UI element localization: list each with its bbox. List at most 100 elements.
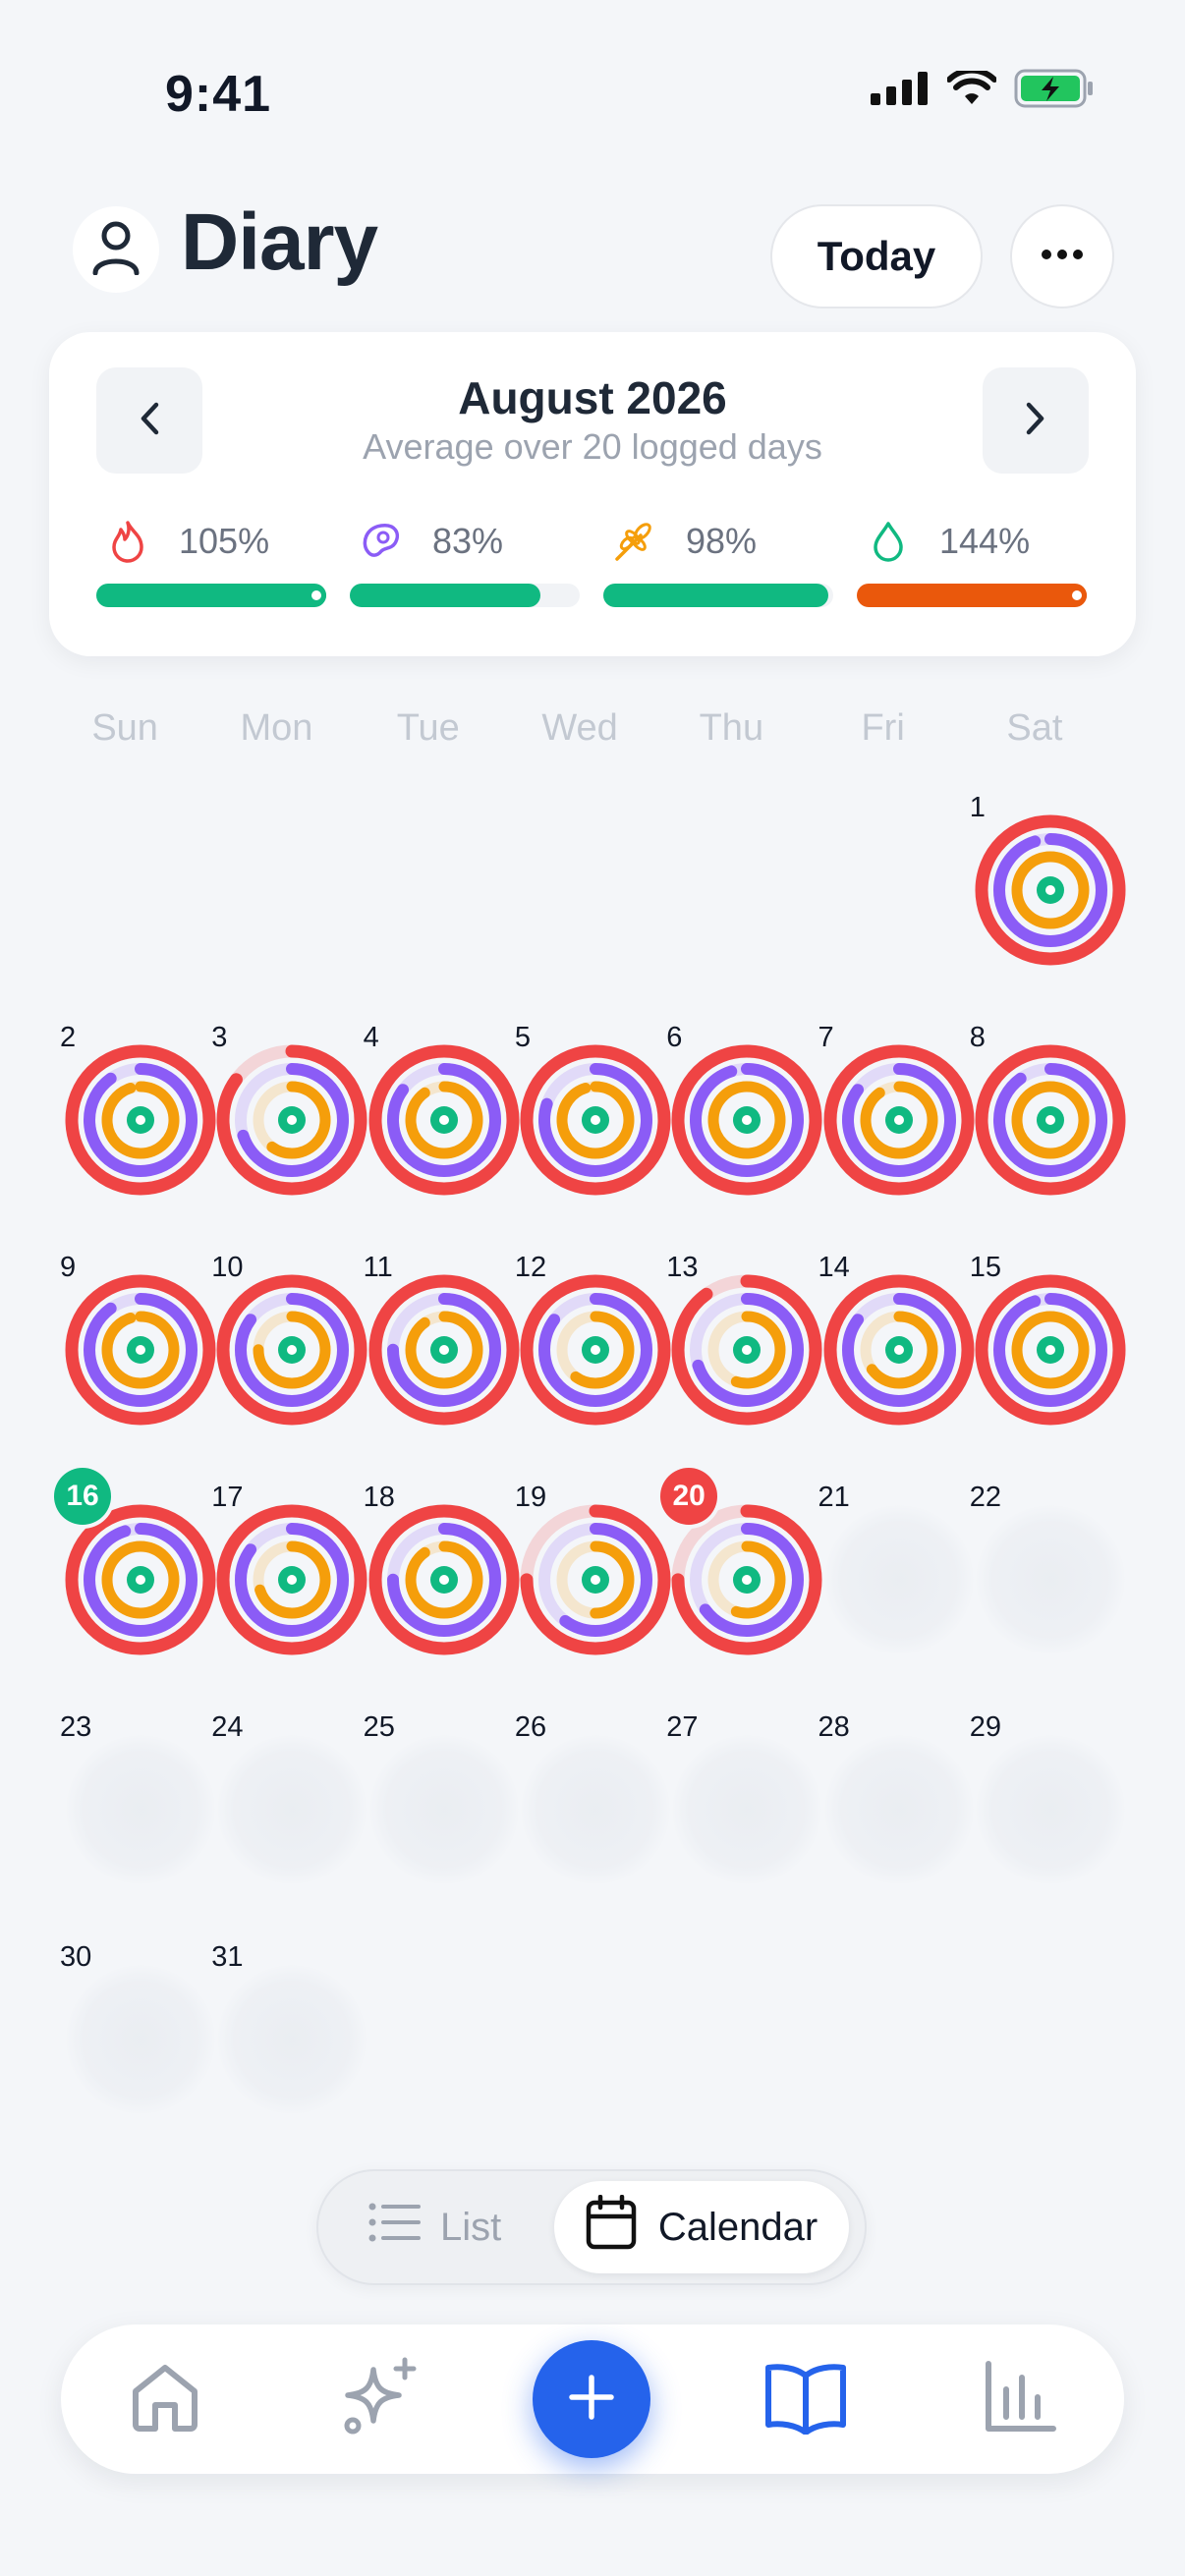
bar-chart-icon: [983, 2360, 1057, 2439]
ring-center-dot: [438, 1345, 449, 1355]
calendar-day[interactable]: 5: [515, 1022, 671, 1204]
tab-ai[interactable]: [332, 2350, 430, 2448]
day-number: 26: [514, 1711, 547, 1743]
month-title: August 2026: [458, 372, 727, 423]
profile-button[interactable]: [73, 206, 159, 293]
nutrition-rings: [671, 1044, 822, 1196]
calendar-day[interactable]: 8: [970, 1022, 1126, 1204]
nutrition-rings: [823, 1044, 975, 1196]
status-bar: 9:41: [0, 0, 1185, 187]
calendar-day[interactable]: 11: [364, 1252, 520, 1434]
calendar-day[interactable]: 21: [818, 1482, 974, 1664]
calendar-day[interactable]: 27: [666, 1711, 822, 1894]
calendar-day[interactable]: 22: [970, 1482, 1125, 1664]
day-number: 21: [818, 1482, 850, 1513]
book-icon: [764, 2360, 847, 2439]
calendar-day[interactable]: 30: [60, 1941, 216, 2124]
calendar-day[interactable]: 24: [211, 1711, 367, 1894]
calendar-day[interactable]: 23: [60, 1711, 216, 1894]
calendar-day[interactable]: 4: [364, 1022, 520, 1204]
calendar-day[interactable]: 25: [364, 1711, 519, 1894]
metric-percent: 83%: [432, 521, 504, 561]
status-time: 9:41: [165, 66, 272, 123]
weekday-label: Wed: [541, 707, 618, 749]
day-number: 27: [666, 1711, 699, 1743]
add-entry-button[interactable]: [533, 2340, 650, 2458]
more-button[interactable]: [1010, 204, 1114, 308]
nutrition-rings: [368, 1044, 520, 1196]
day-number: 15: [969, 1252, 1002, 1283]
weekday-label: Sun: [91, 707, 158, 749]
ring-center-dot: [591, 1345, 601, 1355]
weekday-label: Thu: [699, 707, 764, 749]
calendar-day[interactable]: 26: [515, 1711, 671, 1894]
calendar-day[interactable]: 15: [970, 1252, 1126, 1434]
ring-center-dot: [591, 1115, 601, 1125]
day-number: 4: [363, 1022, 379, 1053]
calendar-day[interactable]: 16: [54, 1468, 216, 1664]
steak-icon: [360, 520, 403, 563]
day-number: 8: [969, 1022, 986, 1053]
day-number: 31: [211, 1941, 244, 1973]
calendar-day[interactable]: 10: [211, 1252, 367, 1434]
ring-center-dot: [438, 1115, 449, 1125]
calendar-day[interactable]: 1: [970, 792, 1126, 975]
wifi-icon: [946, 67, 997, 111]
calendar-day[interactable]: 6: [666, 1022, 822, 1204]
day-number: 14: [818, 1252, 850, 1283]
nutrition-rings: [216, 1504, 367, 1655]
day-number: 28: [818, 1711, 850, 1743]
more-dots-icon: [1041, 248, 1084, 265]
ring-center-dot: [742, 1115, 753, 1125]
nutrition-rings: [216, 1044, 367, 1196]
empty-day-placeholder: [975, 1735, 1125, 1884]
calendar-day[interactable]: 18: [364, 1482, 520, 1664]
calendar-day[interactable]: 19: [515, 1482, 671, 1664]
day-number: 22: [969, 1482, 1002, 1513]
nutrition-rings: [65, 1044, 216, 1196]
nutrition-rings: [975, 1274, 1126, 1426]
empty-day-placeholder: [66, 1965, 216, 2114]
nutrition-rings: [65, 1274, 216, 1426]
calendar-day[interactable]: 9: [60, 1252, 216, 1434]
calendar-day[interactable]: 14: [818, 1252, 975, 1434]
weekday-header: Sun Mon Tue Wed Thu Fri Sat: [49, 707, 1136, 756]
tab-home[interactable]: [116, 2350, 214, 2448]
calendar-day[interactable]: 28: [818, 1711, 974, 1894]
nutrition-rings: [65, 1504, 216, 1655]
day-number: 5: [514, 1022, 532, 1053]
month-subtitle: Average over 20 logged days: [363, 426, 822, 467]
ring-center-dot: [1044, 1345, 1055, 1355]
overflow-marker: [307, 586, 326, 605]
calendar-day[interactable]: 7: [818, 1022, 975, 1204]
tab-diary[interactable]: [757, 2350, 855, 2448]
calendar-day[interactable]: 2: [60, 1022, 216, 1204]
nutrition-rings: [368, 1274, 520, 1426]
calendar-day[interactable]: 31: [211, 1941, 367, 2124]
day-number: 13: [666, 1252, 699, 1283]
day-number: 25: [363, 1711, 395, 1743]
metric-percent: 105%: [179, 521, 270, 561]
tab-stats[interactable]: [971, 2350, 1069, 2448]
calendar-day[interactable]: 12: [515, 1252, 671, 1434]
calendar-day[interactable]: 29: [970, 1711, 1125, 1894]
calendar-day[interactable]: 13: [666, 1252, 822, 1434]
next-month-button[interactable]: [983, 367, 1089, 474]
ring-center-dot: [136, 1115, 146, 1125]
day-number: 23: [60, 1711, 92, 1743]
calendar-day[interactable]: 20: [660, 1468, 822, 1664]
nutrition-rings: [975, 1044, 1126, 1196]
ring-center-dot: [438, 1575, 449, 1585]
progress-fill: [603, 584, 829, 607]
empty-day-placeholder: [672, 1735, 822, 1884]
ring-center-dot: [591, 1575, 601, 1585]
day-number: 18: [363, 1482, 395, 1513]
calendar-day[interactable]: 3: [211, 1022, 367, 1204]
calendar-day[interactable]: 17: [211, 1482, 367, 1664]
flame-icon: [106, 520, 149, 563]
calendar-view-option[interactable]: Calendar: [554, 2181, 849, 2273]
list-view-option[interactable]: List: [367, 2171, 501, 2283]
ring-center-dot: [742, 1575, 753, 1585]
today-button[interactable]: Today: [770, 204, 983, 308]
day-number: 19: [514, 1482, 547, 1513]
